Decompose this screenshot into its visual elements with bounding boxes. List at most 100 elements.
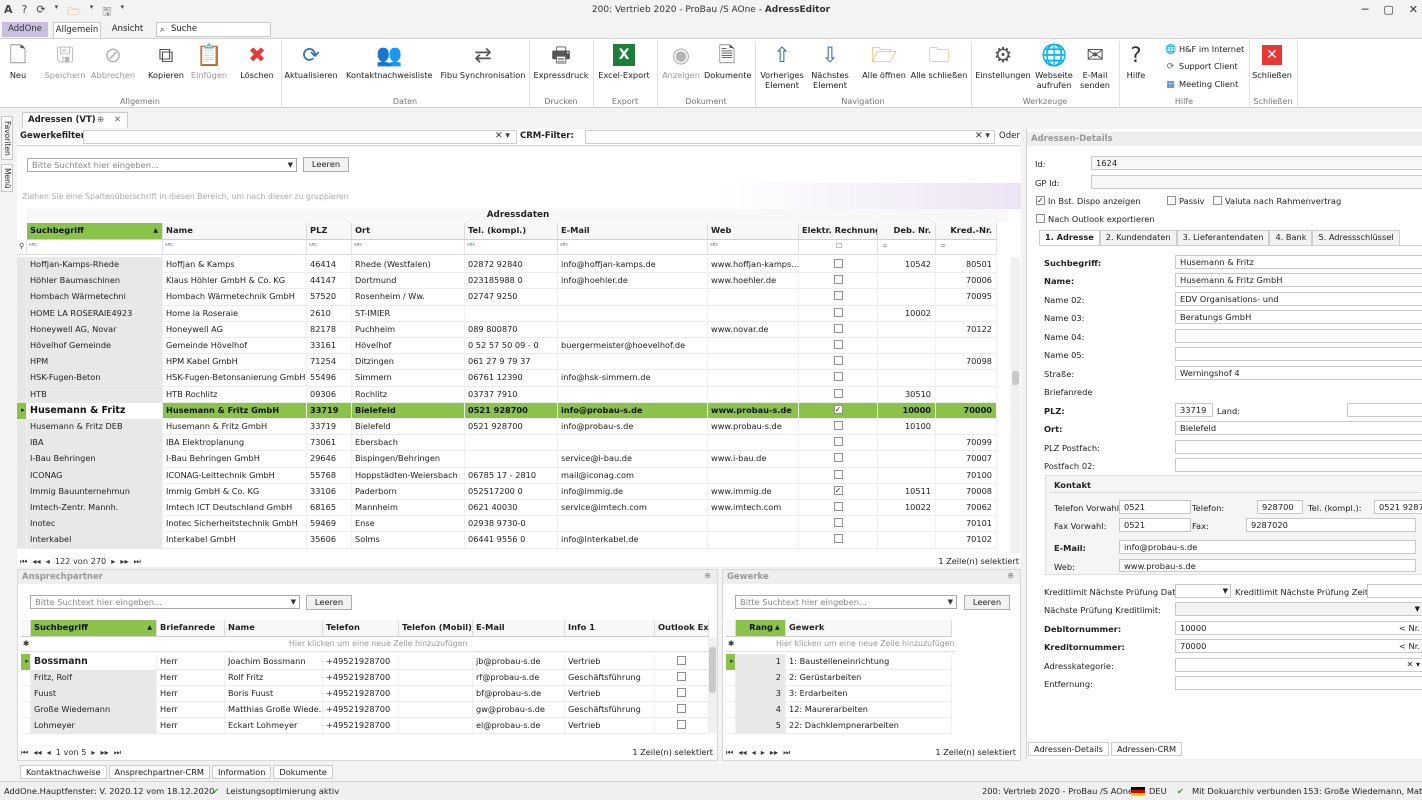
table-row[interactable]: Fritz, Rolf Herr Rolf Fritz +49521928700 rf@… xyxy=(21,670,709,687)
excel-export-button[interactable]: X Excel-Export xyxy=(596,39,652,97)
e-invoice-checkbox[interactable] xyxy=(833,518,843,528)
hf-internet-link[interactable]: 🌐 H&F im Internet xyxy=(1165,44,1244,56)
table-row[interactable]: HSK-Fugen-Beton HSK-Fugen-Betonsanierung … xyxy=(17,370,997,387)
first-record-icon[interactable]: ⏮ xyxy=(726,746,733,760)
table-row[interactable]: ICONAG ICONAG-Leittechnik GmbH 55768 Hoppst… xyxy=(17,467,997,484)
prev-record-icon[interactable]: ◂ xyxy=(46,555,50,569)
table-row[interactable]: HTB HTB Rochlitz 09306 Rochlitz 03737 7910 30… xyxy=(17,386,997,403)
clear-dropdown-icon[interactable]: ✕ ▾ xyxy=(1406,659,1420,671)
e-invoice-checkbox[interactable] xyxy=(833,307,843,317)
row-indicator[interactable] xyxy=(21,670,31,686)
prev-page-icon[interactable]: ◂◂ xyxy=(32,555,40,569)
meeting-client-link[interactable]: ▦ Meeting Client xyxy=(1165,79,1238,91)
row-indicator[interactable] xyxy=(17,419,27,435)
column-header-gewerk[interactable]: Gewerk xyxy=(786,620,952,636)
table-row[interactable]: IBA IBA Elektroplanung 73061 Ebersbach 70099 xyxy=(17,435,997,452)
contacts-clear-button[interactable]: Leeren xyxy=(306,595,352,610)
first-record-icon[interactable]: ⏮ xyxy=(21,746,28,760)
table-row[interactable]: 2 2: Gerüstarbeiten xyxy=(726,670,952,687)
prev-record-icon[interactable]: ◂ xyxy=(47,746,51,760)
filter-cell-debitor-nr[interactable]: = xyxy=(878,240,936,254)
next-page-icon[interactable]: ▸▸ xyxy=(770,746,778,760)
filter-operator-icon[interactable]: ᵃᴮᶜ xyxy=(467,242,475,250)
dropdown-icon[interactable]: ▼ xyxy=(1415,603,1420,615)
table-row[interactable]: Interkabel Interkabel GmbH 35606 Solms 06441… xyxy=(17,532,997,549)
column-header-e-rechnung[interactable]: Elektr. Rechnung xyxy=(799,223,878,239)
table-row[interactable]: Imtech-Zentr. Mannh. Imtech ICT Deutschla… xyxy=(17,500,997,517)
row-indicator[interactable] xyxy=(21,702,31,718)
name4-field[interactable] xyxy=(1175,329,1422,343)
column-header-info1[interactable]: Info 1 xyxy=(565,620,655,636)
column-header-email[interactable]: E-Mail xyxy=(473,620,565,636)
grid-search-input[interactable]: Bitte Suchtext hier eingeben... ▼ xyxy=(27,158,297,172)
name2-field[interactable]: EDV Organisations- und xyxy=(1175,292,1422,306)
table-row[interactable]: Immig Bauunternehmun Immig GmbH & Co. KG 3… xyxy=(17,483,997,500)
dropdown-icon[interactable]: ▼ xyxy=(948,596,953,608)
previous-element-button[interactable]: ⇧ Vorheriges Element xyxy=(758,39,806,97)
next-page-icon[interactable]: ▸▸ xyxy=(101,746,109,760)
tab-adressen-crm[interactable]: Adressen-CRM xyxy=(1110,742,1183,756)
table-row[interactable]: Husemann & Fritz DEB Husemann & Fritz Gmb… xyxy=(17,419,997,436)
row-indicator[interactable] xyxy=(17,289,27,306)
name5-field[interactable] xyxy=(1175,347,1422,361)
column-header-web[interactable]: Web xyxy=(708,223,799,239)
filter-cell-ort[interactable]: ᵃᴮᶜ xyxy=(352,240,465,254)
outlook-export-checkbox[interactable] xyxy=(677,704,686,713)
maximize-icon[interactable]: ▢ xyxy=(1383,3,1393,16)
table-row[interactable]: Fuust Herr Boris Fuust +49521928700 bf@proba… xyxy=(21,686,709,703)
e-invoice-checkbox[interactable] xyxy=(833,340,843,349)
express-print-button[interactable]: 🖶 Expressdruck xyxy=(532,39,590,97)
tab-lieferantendaten[interactable]: 3. Lieferantendaten xyxy=(1176,230,1270,245)
nr-suffix[interactable]: < Nr. xyxy=(1399,622,1420,634)
dispo-checkbox[interactable]: ✓ xyxy=(1036,196,1045,205)
crm-filter-input[interactable] xyxy=(585,130,995,144)
row-indicator[interactable] xyxy=(17,467,27,484)
prev-page-icon[interactable]: ◂◂ xyxy=(738,746,746,760)
e-invoice-checkbox[interactable] xyxy=(833,453,843,463)
row-indicator[interactable] xyxy=(17,516,27,533)
filter-operator-icon[interactable]: = xyxy=(940,242,946,250)
e-invoice-checkbox[interactable] xyxy=(833,372,843,382)
column-header-debitor-nr[interactable]: Deb. Nr. xyxy=(878,223,936,239)
e-invoice-checkbox[interactable] xyxy=(833,388,843,398)
name3-field[interactable]: Beratungs GmbH xyxy=(1175,310,1422,324)
passiv-checkbox[interactable] xyxy=(1167,196,1176,205)
row-indicator[interactable] xyxy=(17,451,27,468)
fax-vorwahl-field[interactable]: 0521 xyxy=(1119,518,1191,532)
column-header-name[interactable]: Name xyxy=(163,223,307,239)
column-header-outlook-export[interactable]: Outlook Exp xyxy=(655,620,709,636)
row-indicator[interactable]: ▸ xyxy=(726,654,736,670)
tab-allgemein[interactable]: Allgemein xyxy=(53,22,101,38)
contacts-new-row[interactable]: ✱ Hier klicken um eine neue Zeile hinzuzu… xyxy=(21,637,708,652)
send-email-button[interactable]: ✉ E-Mail senden xyxy=(1078,39,1112,97)
plz-field[interactable]: 33719 xyxy=(1175,403,1213,417)
filter-cell-telefon[interactable]: ᵃᴮᶜ xyxy=(465,240,558,254)
support-client-link[interactable]: ⟳ Support Client xyxy=(1165,61,1238,73)
pin-icon[interactable]: ⊕ xyxy=(97,113,104,127)
outlook-export-checkbox[interactable] xyxy=(1036,214,1045,223)
filter-cell-email[interactable]: ᵃᴮᶜ xyxy=(558,240,708,254)
fax-field[interactable]: 9287020 xyxy=(1246,518,1416,532)
filter-operator-icon[interactable]: ᵃᴮᶜ xyxy=(29,242,37,250)
outlook-export-checkbox[interactable] xyxy=(677,688,686,697)
table-row[interactable]: Hombach Wärmetechni Hombach Wärmetechnik … xyxy=(17,289,997,306)
column-header-telefon[interactable]: Tel. (kompl.) xyxy=(465,223,558,239)
paste-button[interactable]: 📋 Einfügen xyxy=(188,39,230,97)
outlook-export-checkbox[interactable] xyxy=(677,672,686,681)
tab-adressen-vt[interactable]: Adressen (VT) ⊕ ✕ xyxy=(22,112,128,128)
table-row[interactable]: Honeywell AG, Novar Honeywell AG 82178 Puch… xyxy=(17,321,997,338)
e-invoice-checkbox[interactable] xyxy=(833,502,843,511)
menu-side-tab[interactable]: Menü xyxy=(1,164,13,192)
tab-adresse[interactable]: 1. Adresse xyxy=(1039,230,1100,245)
ort-field[interactable]: Bielefeld xyxy=(1175,421,1422,435)
save-button[interactable]: 🖫 Speichern xyxy=(42,39,88,97)
row-indicator[interactable] xyxy=(17,305,27,322)
filter-cell-kreditor-nr[interactable]: = xyxy=(936,240,997,254)
column-header-rang[interactable]: Rang ▲ xyxy=(736,620,786,636)
filter-operator-icon[interactable]: ᵃᴮᶜ xyxy=(560,242,568,250)
pin-icon[interactable]: ⊕ xyxy=(704,571,711,580)
prev-record-icon[interactable]: ◂ xyxy=(752,746,756,760)
table-row[interactable]: 5 22: Dachklempnerarbeiten xyxy=(726,718,952,735)
copy-button[interactable]: ⧉ Kopieren xyxy=(146,39,186,97)
grid-vscrollbar[interactable] xyxy=(1011,257,1020,553)
